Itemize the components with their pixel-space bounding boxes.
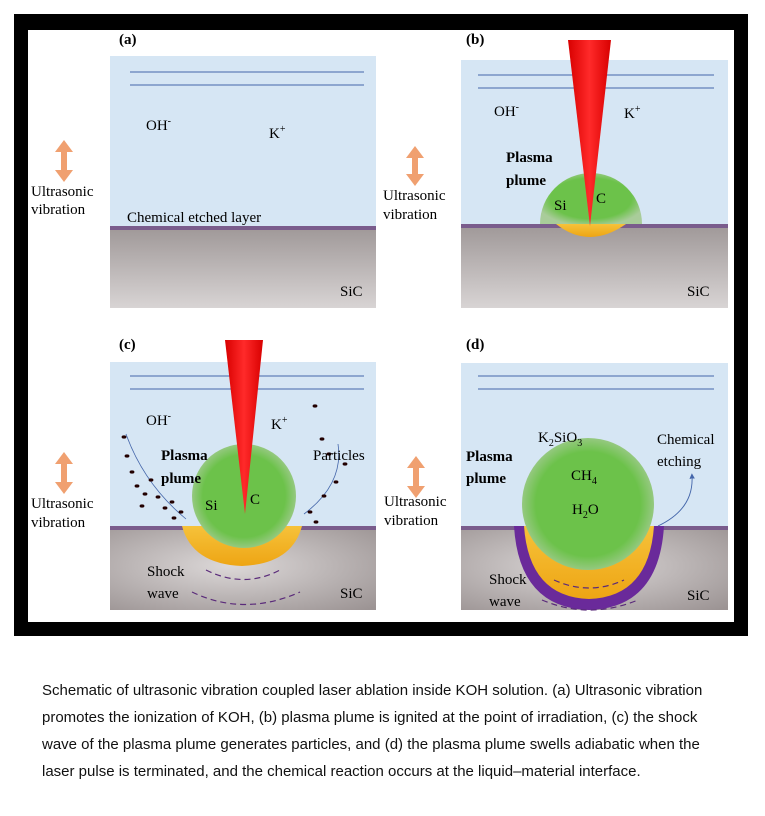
si-label: Si	[554, 198, 567, 214]
vibration-label: vibration	[383, 207, 438, 223]
chemical-label: Chemical	[657, 432, 714, 448]
panel-b-tag: (b)	[466, 32, 484, 48]
si-label: Si	[205, 498, 218, 514]
panel-a-tag: (a)	[119, 32, 137, 48]
wave-label: wave	[489, 594, 521, 610]
ultrasonic-label: Ultrasonic	[383, 188, 446, 204]
vibration-label: vibration	[31, 202, 86, 218]
figure-caption: Schematic of ultrasonic vibration couple…	[42, 682, 703, 780]
schematic-figure: (a) OH- K+ Chemical etched layer SiC Ult…	[14, 14, 748, 636]
oh-ion-label: OH-	[146, 411, 171, 429]
shock-label: Shock	[147, 564, 185, 580]
plasma-label: Plasma	[466, 449, 513, 465]
panel-c-tag: (c)	[119, 337, 136, 353]
c-label: C	[250, 492, 260, 508]
ultrasonic-label: Ultrasonic	[384, 494, 447, 510]
plume-label: plume	[506, 173, 546, 189]
c-label: C	[596, 191, 606, 207]
vibration-label: vibration	[31, 515, 86, 531]
oh-ion-label: OH-	[494, 102, 519, 120]
plasma-label: Plasma	[506, 150, 553, 166]
plasma-label: Plasma	[161, 448, 208, 464]
sic-label: SiC	[687, 284, 710, 300]
liquid-region	[110, 56, 376, 228]
sic-label: SiC	[340, 586, 363, 602]
plume-label: plume	[161, 471, 201, 487]
sic-label: SiC	[340, 284, 363, 300]
particles-label: Particles	[313, 448, 365, 464]
etching-label: etching	[657, 454, 702, 470]
plume-label: plume	[466, 471, 506, 487]
vibration-label: vibration	[384, 513, 439, 529]
shock-label: Shock	[489, 572, 527, 588]
wave-label: wave	[147, 586, 179, 602]
chemical-etched-layer-label: Chemical etched layer	[127, 210, 261, 226]
ultrasonic-label: Ultrasonic	[31, 496, 94, 512]
sic-substrate	[110, 230, 376, 308]
ultrasonic-label: Ultrasonic	[31, 184, 94, 200]
oh-ion-label: OH-	[146, 116, 171, 134]
panel-d-tag: (d)	[466, 337, 484, 353]
sic-label: SiC	[687, 588, 710, 604]
chemical-etched-layer	[110, 226, 376, 230]
